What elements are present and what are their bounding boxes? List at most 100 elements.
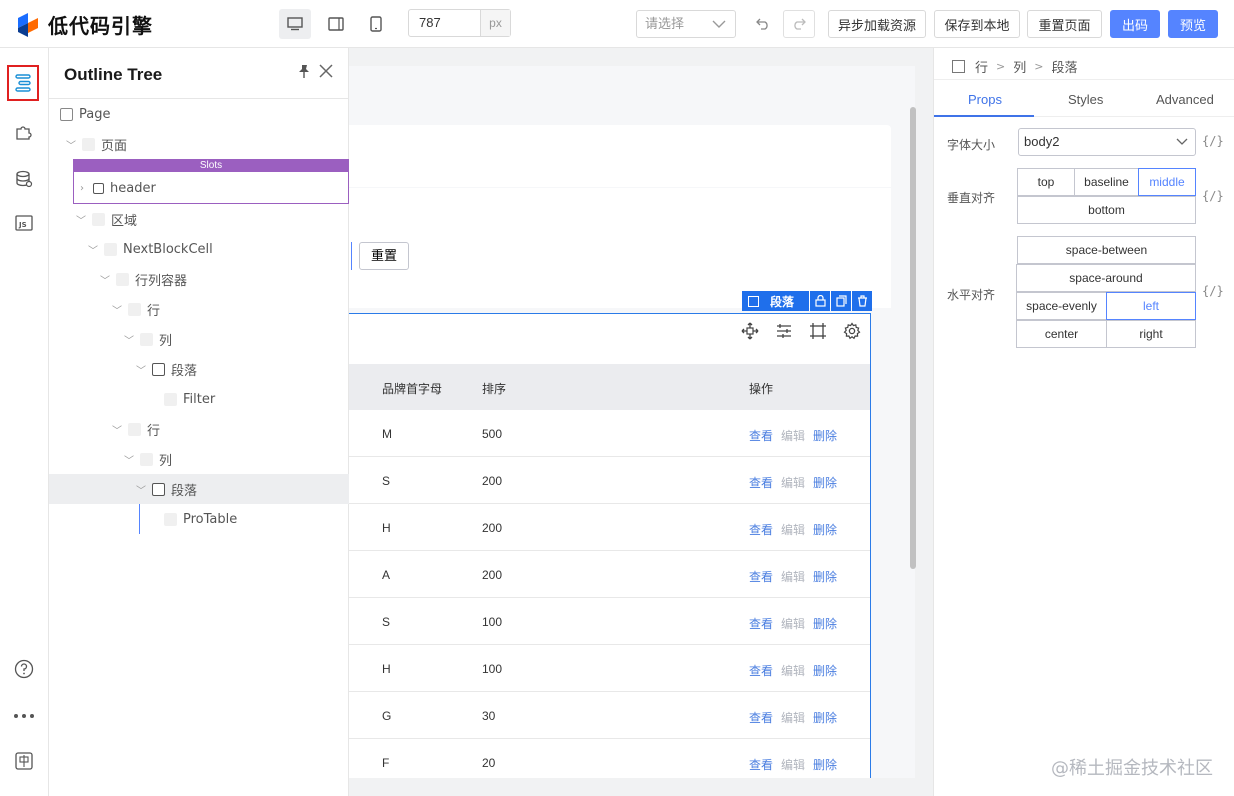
view-link[interactable]: 查看	[749, 521, 773, 538]
halign-option-left[interactable]: left	[1106, 292, 1196, 320]
delete-node-button[interactable]	[852, 291, 872, 311]
halign-option-space-around[interactable]: space-around	[1016, 264, 1196, 292]
tree-node-page[interactable]: Page	[49, 99, 349, 129]
preview-button[interactable]: 预览	[1168, 10, 1218, 38]
filter-reset-button[interactable]: 重置	[359, 242, 409, 270]
reset-page-button[interactable]: 重置页面	[1027, 10, 1102, 38]
edit-link[interactable]: 编辑	[781, 662, 805, 679]
delete-link[interactable]: 删除	[813, 568, 837, 585]
valign-option-top[interactable]: top	[1017, 168, 1075, 196]
tree-node-protable[interactable]: ProTable	[49, 504, 349, 534]
tree-node-next-block-cell[interactable]: ﹀ NextBlockCell	[49, 234, 349, 264]
delete-link[interactable]: 删除	[813, 474, 837, 491]
outline-tree-rail-button[interactable]	[7, 65, 39, 101]
tree-node-row[interactable]: ﹀ 行	[49, 294, 349, 324]
valign-option-baseline[interactable]: baseline	[1074, 168, 1139, 196]
language-rail-button[interactable]	[12, 749, 36, 773]
selection-tag-name[interactable]: 段落	[742, 291, 809, 311]
canvas-width-value[interactable]: 787	[409, 10, 480, 36]
delete-link[interactable]: 删除	[813, 662, 837, 679]
edit-link[interactable]: 编辑	[781, 756, 805, 773]
canvas-scrollbar[interactable]	[910, 107, 916, 569]
font-size-select[interactable]: body2	[1018, 128, 1196, 156]
view-link[interactable]: 查看	[749, 662, 773, 679]
variable-toggle[interactable]: {/}	[1202, 189, 1224, 203]
tab-styles[interactable]: Styles	[1068, 92, 1103, 107]
variable-toggle[interactable]: {/}	[1202, 134, 1224, 148]
close-icon[interactable]	[318, 63, 334, 79]
save-local-button[interactable]: 保存到本地	[934, 10, 1020, 38]
chevron-down-icon[interactable]: ﹀	[86, 242, 100, 257]
component-library-rail-button[interactable]	[12, 120, 36, 144]
undo-button[interactable]	[747, 10, 779, 38]
delete-link[interactable]: 删除	[813, 709, 837, 726]
breadcrumb-item[interactable]: 行	[975, 57, 988, 76]
tree-node-paragraph[interactable]: ﹀ 段落	[49, 354, 349, 384]
tab-advanced[interactable]: Advanced	[1156, 92, 1214, 107]
edit-link[interactable]: 编辑	[781, 427, 805, 444]
chevron-down-icon[interactable]: ﹀	[74, 212, 88, 227]
view-link[interactable]: 查看	[749, 756, 773, 773]
tree-node-col[interactable]: ﹀ 列	[49, 324, 349, 354]
locale-select[interactable]: 请选择	[636, 10, 736, 38]
halign-option-center[interactable]: center	[1016, 320, 1107, 348]
delete-link[interactable]: 删除	[813, 615, 837, 632]
tree-node-header-slot[interactable]: › header	[49, 173, 349, 203]
halign-option-space-between[interactable]: space-between	[1017, 236, 1196, 264]
pin-icon[interactable]	[296, 63, 312, 79]
chevron-down-icon[interactable]: ﹀	[98, 272, 112, 287]
chevron-down-icon[interactable]: ﹀	[64, 137, 78, 152]
edit-link[interactable]: 编辑	[781, 568, 805, 585]
variable-toggle[interactable]: {/}	[1202, 284, 1224, 298]
edit-link[interactable]: 编辑	[781, 615, 805, 632]
view-link[interactable]: 查看	[749, 568, 773, 585]
chevron-down-icon[interactable]: ﹀	[122, 332, 136, 347]
settings-icon[interactable]	[843, 322, 861, 340]
breadcrumb-item[interactable]: 列	[1013, 57, 1026, 76]
chevron-down-icon[interactable]: ﹀	[110, 422, 124, 437]
delete-link[interactable]: 删除	[813, 521, 837, 538]
more-rail-button[interactable]	[12, 704, 36, 728]
chevron-down-icon[interactable]: ﹀	[134, 362, 148, 377]
edit-link[interactable]: 编辑	[781, 474, 805, 491]
mobile-view-button[interactable]	[360, 9, 392, 39]
move-icon[interactable]	[741, 322, 759, 340]
fullscreen-icon[interactable]	[809, 322, 827, 340]
tree-node-col[interactable]: ﹀ 列	[49, 444, 349, 474]
export-code-button[interactable]: 出码	[1110, 10, 1160, 38]
tree-node-region[interactable]: ﹀ 区域	[49, 204, 349, 234]
tree-node-row[interactable]: ﹀ 行	[49, 414, 349, 444]
chevron-down-icon[interactable]: ﹀	[122, 452, 136, 467]
lock-button[interactable]	[810, 291, 830, 311]
chevron-right-icon[interactable]: ›	[75, 183, 89, 194]
chevron-down-icon[interactable]: ﹀	[134, 482, 148, 497]
help-rail-button[interactable]	[12, 657, 36, 681]
delete-link[interactable]: 删除	[813, 427, 837, 444]
edit-link[interactable]: 编辑	[781, 709, 805, 726]
canvas-width-input[interactable]: 787 px	[408, 9, 511, 37]
view-link[interactable]: 查看	[749, 474, 773, 491]
view-link[interactable]: 查看	[749, 427, 773, 444]
valign-option-bottom[interactable]: bottom	[1017, 196, 1196, 224]
tree-node-filter[interactable]: Filter	[49, 384, 349, 414]
halign-option-space-evenly[interactable]: space-evenly	[1016, 292, 1107, 320]
breadcrumb-checkbox[interactable]	[952, 60, 965, 73]
halign-option-right[interactable]: right	[1106, 320, 1196, 348]
delete-link[interactable]: 删除	[813, 756, 837, 773]
desktop-view-button[interactable]	[279, 9, 311, 39]
datasource-rail-button[interactable]	[12, 167, 36, 191]
tree-node-page-root[interactable]: ﹀ 页面	[49, 129, 349, 159]
redo-button[interactable]	[783, 10, 815, 38]
tree-node-paragraph-selected[interactable]: ﹀ 段落	[49, 474, 349, 504]
density-icon[interactable]	[775, 322, 793, 340]
tree-node-row-col-container[interactable]: ﹀ 行列容器	[49, 264, 349, 294]
filter-input-edge[interactable]	[349, 242, 352, 270]
async-load-button[interactable]: 异步加载资源	[828, 10, 926, 38]
tablet-view-button[interactable]	[320, 9, 352, 39]
valign-option-middle[interactable]: middle	[1138, 168, 1196, 196]
chevron-down-icon[interactable]: ﹀	[110, 302, 124, 317]
view-link[interactable]: 查看	[749, 709, 773, 726]
code-editor-rail-button[interactable]: JS	[12, 211, 36, 235]
copy-button[interactable]	[831, 291, 851, 311]
tab-props[interactable]: Props	[968, 92, 1002, 107]
